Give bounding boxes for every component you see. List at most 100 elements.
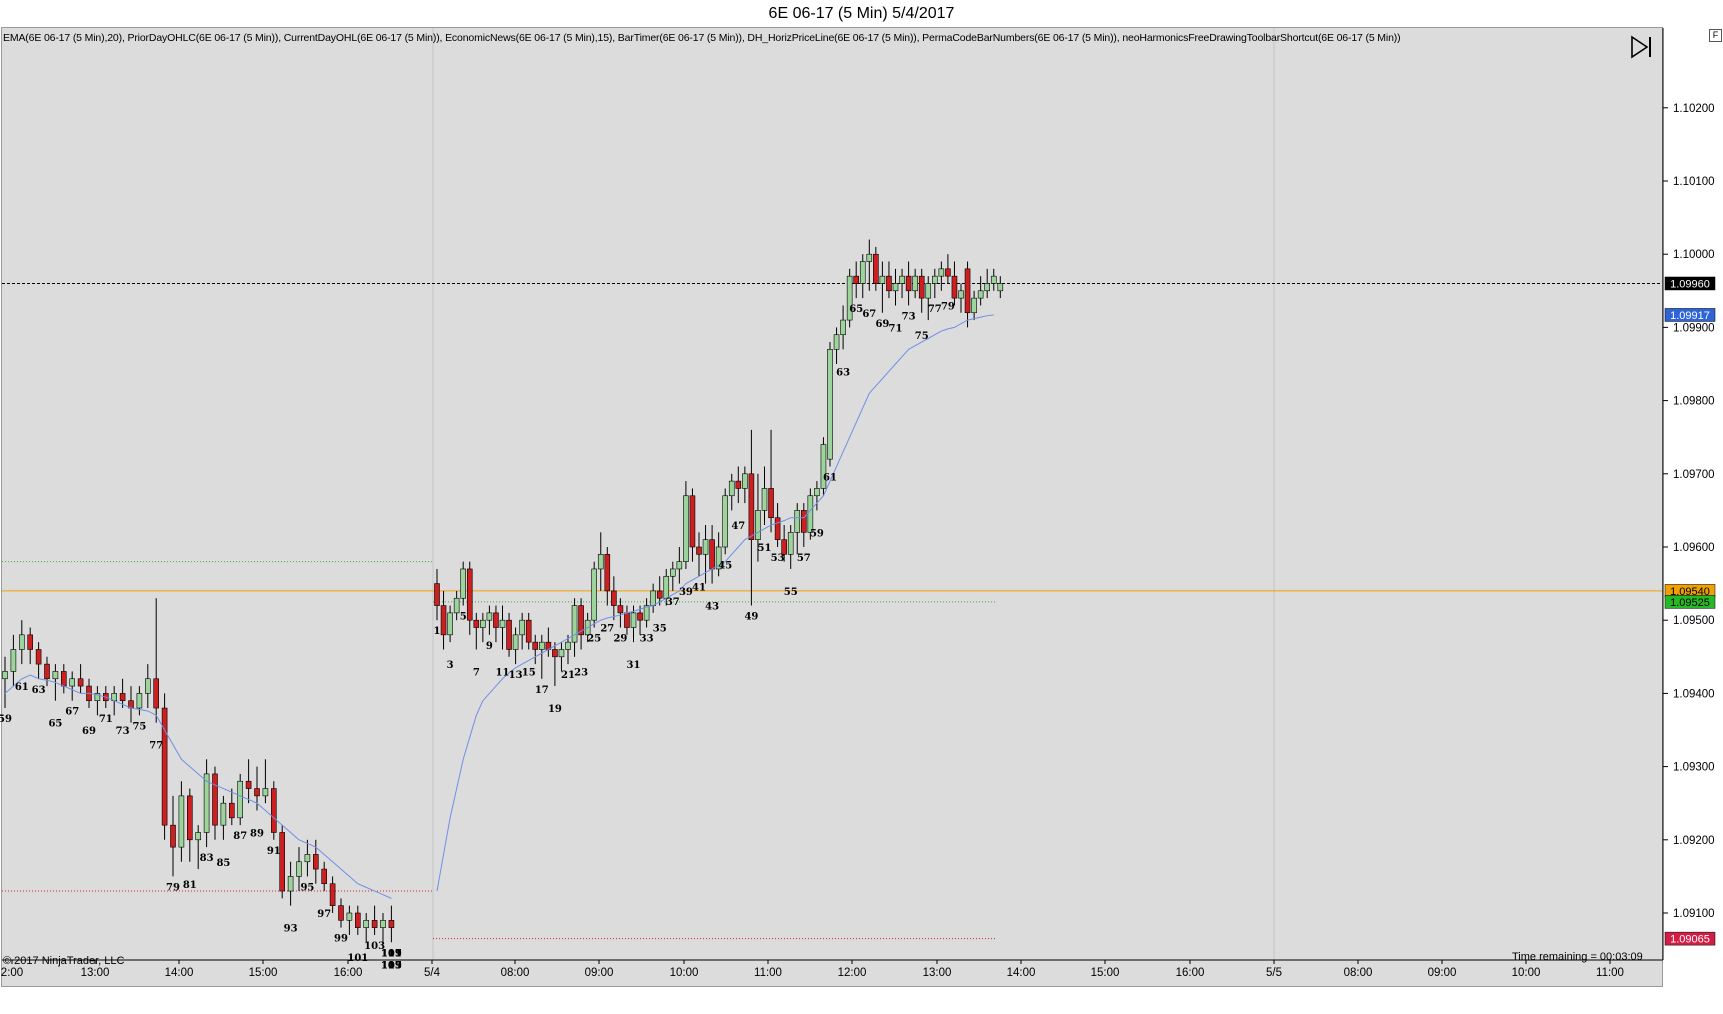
candle-body[interactable]	[60, 671, 67, 687]
candle-body[interactable]	[371, 920, 378, 928]
candle-body[interactable]	[279, 832, 286, 892]
candle-body[interactable]	[77, 678, 84, 687]
candle-body[interactable]	[440, 605, 447, 636]
candle-body[interactable]	[512, 634, 519, 650]
candle-body[interactable]	[925, 283, 932, 299]
candle-body[interactable]	[519, 619, 525, 636]
candle-body[interactable]	[879, 275, 886, 284]
candle-body[interactable]	[794, 510, 801, 533]
candle-body[interactable]	[696, 546, 702, 555]
candle-body[interactable]	[480, 619, 486, 628]
candle-body[interactable]	[977, 290, 984, 299]
candle-body[interactable]	[220, 802, 227, 826]
candle-body[interactable]	[912, 275, 918, 292]
candle-body[interactable]	[270, 788, 277, 833]
candle-body[interactable]	[676, 561, 683, 570]
panel-float-button[interactable]: F	[1709, 29, 1722, 42]
candle-body[interactable]	[338, 905, 344, 921]
candle-body[interactable]	[571, 605, 578, 643]
candle-body[interactable]	[984, 283, 991, 292]
candle-body[interactable]	[10, 649, 17, 672]
candle-body[interactable]	[486, 612, 493, 621]
candle-body[interactable]	[44, 663, 50, 680]
candle-body[interactable]	[312, 854, 319, 870]
candle-body[interactable]	[702, 539, 709, 555]
candle-body[interactable]	[630, 612, 637, 628]
candle-body[interactable]	[840, 319, 846, 336]
candle-body[interactable]	[304, 854, 311, 863]
candle-body[interactable]	[611, 590, 617, 606]
candle-body[interactable]	[886, 275, 892, 292]
candle-body[interactable]	[853, 275, 860, 284]
candle-body[interactable]	[814, 488, 820, 497]
candle-body[interactable]	[873, 253, 879, 284]
candle-body[interactable]	[997, 283, 1004, 292]
candle-body[interactable]	[624, 612, 630, 628]
candle-body[interactable]	[538, 641, 545, 650]
candle-body[interactable]	[683, 495, 689, 562]
candle-body[interactable]	[453, 597, 460, 614]
candle-body[interactable]	[892, 283, 899, 292]
candle-body[interactable]	[689, 495, 696, 548]
candle-body[interactable]	[354, 912, 361, 928]
candle-body[interactable]	[552, 649, 558, 658]
candle-body[interactable]	[748, 473, 755, 540]
candle-body[interactable]	[833, 334, 840, 350]
candle-body[interactable]	[203, 773, 210, 833]
candle-body[interactable]	[161, 707, 168, 826]
candle-body[interactable]	[722, 495, 729, 548]
candle-body[interactable]	[119, 693, 126, 702]
candle-body[interactable]	[964, 268, 971, 314]
candle-body[interactable]	[434, 583, 440, 606]
candle-body[interactable]	[287, 876, 294, 892]
candle-body[interactable]	[774, 517, 781, 540]
candle-body[interactable]	[296, 861, 302, 877]
candle-body[interactable]	[591, 568, 598, 621]
candle-body[interactable]	[388, 920, 395, 928]
candle-body[interactable]	[597, 554, 604, 570]
candle-body[interactable]	[958, 290, 964, 299]
candle-body[interactable]	[899, 275, 905, 284]
candle-body[interactable]	[153, 678, 159, 709]
candle-body[interactable]	[768, 488, 774, 519]
candle-body[interactable]	[728, 480, 735, 497]
candle-body[interactable]	[656, 590, 663, 599]
candle-body[interactable]	[69, 678, 75, 687]
candle-body[interactable]	[466, 568, 473, 621]
candle-body[interactable]	[447, 612, 453, 636]
candle-body[interactable]	[827, 349, 833, 460]
candle-body[interactable]	[473, 619, 480, 628]
candle-body[interactable]	[27, 634, 34, 650]
candle-body[interactable]	[506, 619, 512, 650]
candle-body[interactable]	[637, 612, 643, 621]
candle-body[interactable]	[918, 275, 925, 299]
candle-body[interactable]	[945, 268, 951, 277]
candle-body[interactable]	[2, 671, 8, 680]
candle-body[interactable]	[604, 554, 611, 592]
candle-body[interactable]	[859, 261, 866, 284]
candle-body[interactable]	[532, 641, 539, 650]
candle-body[interactable]	[229, 802, 235, 819]
candle-body[interactable]	[951, 275, 958, 299]
candle-body[interactable]	[262, 788, 269, 797]
candle-body[interactable]	[52, 671, 59, 680]
candle-body[interactable]	[800, 510, 807, 533]
candle-body[interactable]	[971, 297, 977, 314]
scroll-to-end-icon[interactable]	[1629, 34, 1655, 60]
candle-body[interactable]	[669, 568, 676, 577]
candle-body[interactable]	[558, 649, 565, 658]
candle-body[interactable]	[460, 568, 467, 599]
candle-body[interactable]	[807, 495, 814, 533]
candle-body[interactable]	[525, 619, 532, 643]
candle-body[interactable]	[905, 275, 912, 292]
candle-body[interactable]	[787, 532, 794, 555]
candle-body[interactable]	[650, 590, 656, 606]
candle-body[interactable]	[755, 510, 761, 540]
candle-body[interactable]	[363, 920, 370, 928]
candle-body[interactable]	[321, 868, 328, 885]
candle-body[interactable]	[212, 773, 218, 826]
candle-body[interactable]	[18, 634, 25, 650]
candle-body[interactable]	[136, 693, 143, 709]
candle-body[interactable]	[866, 253, 873, 262]
candle-body[interactable]	[761, 488, 768, 511]
